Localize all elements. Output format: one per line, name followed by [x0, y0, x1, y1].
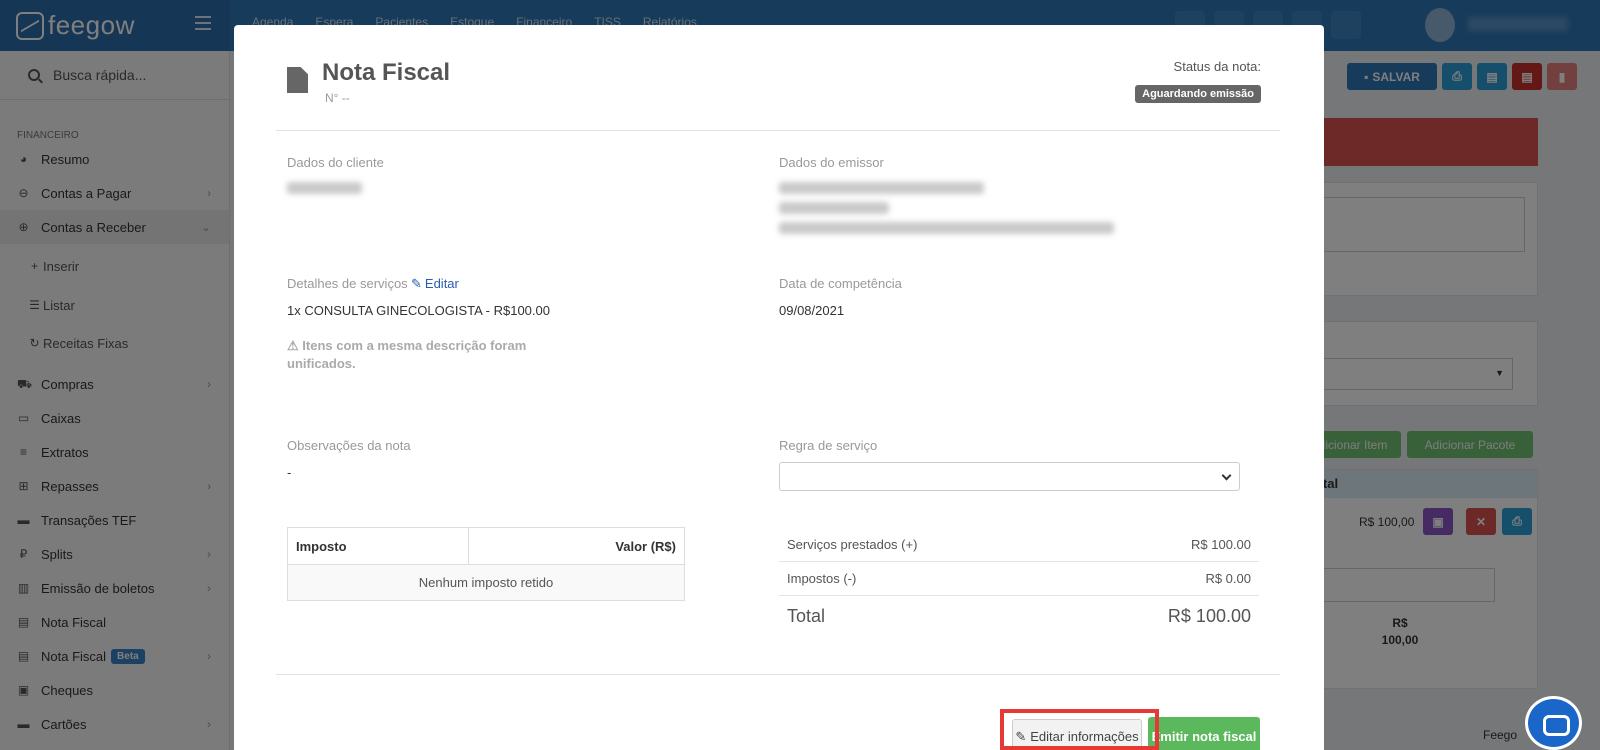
table-row: Nenhum imposto retido [287, 564, 685, 601]
nota-fiscal-modal: Nota Fiscal N° -- Status da nota: Aguard… [234, 25, 1324, 750]
divider [779, 561, 1259, 562]
empty-tax-message: Nenhum imposto retido [287, 564, 685, 601]
service-rule-select[interactable] [779, 462, 1240, 491]
value-column-header: Valor (R$) [468, 527, 685, 565]
notes-value: - [287, 465, 292, 480]
edit-services-link[interactable]: ✎ Editar [411, 276, 459, 292]
highlight-box [1000, 709, 1159, 750]
competence-date-value: 09/08/2021 [779, 303, 845, 318]
issuer-address-blurred [779, 222, 1114, 234]
client-data-blurred [287, 182, 362, 194]
summary-services-row: Serviços prestados (+) R$ 100.00 [787, 537, 1251, 552]
modal-title: Nota Fiscal [322, 59, 451, 86]
issuer-data-label: Dados do emissor [779, 155, 884, 170]
divider [276, 674, 1280, 675]
competence-date-label: Data de competência [779, 276, 902, 291]
divider [779, 595, 1259, 596]
issuer-document-blurred [779, 202, 889, 214]
tax-column-header: Imposto [287, 527, 469, 565]
file-icon [287, 67, 308, 93]
services-details-label: Detalhes de serviços [287, 276, 408, 291]
status-label: Status da nota: [1173, 59, 1261, 74]
summary-taxes-row: Impostos (-) R$ 0.00 [787, 571, 1251, 586]
table-header-row: Imposto Valor (R$) [287, 527, 685, 565]
tax-table: Imposto Valor (R$) Nenhum imposto retido [287, 527, 685, 601]
client-data-label: Dados do cliente [287, 155, 384, 170]
pencil-square-icon: ✎ [411, 276, 422, 291]
service-line: 1x CONSULTA GINECOLOGISTA - R$100.00 [287, 303, 550, 318]
emit-invoice-button[interactable]: Emitir nota fiscal [1148, 717, 1260, 750]
warning-icon: ⚠ [287, 338, 299, 353]
status-badge: Aguardando emissão [1135, 85, 1261, 103]
chevron-down-icon [1221, 470, 1232, 481]
chat-support-icon[interactable] [1525, 696, 1582, 750]
notes-label: Observações da nota [287, 438, 411, 453]
divider [276, 130, 1280, 131]
service-rule-label: Regra de serviço [779, 438, 878, 453]
unified-items-warning: ⚠ Itens com a mesma descrição foram unif… [287, 338, 527, 371]
invoice-number: N° -- [325, 91, 350, 105]
summary-total-row: Total R$ 100.00 [787, 606, 1251, 626]
issuer-name-blurred [779, 182, 984, 194]
